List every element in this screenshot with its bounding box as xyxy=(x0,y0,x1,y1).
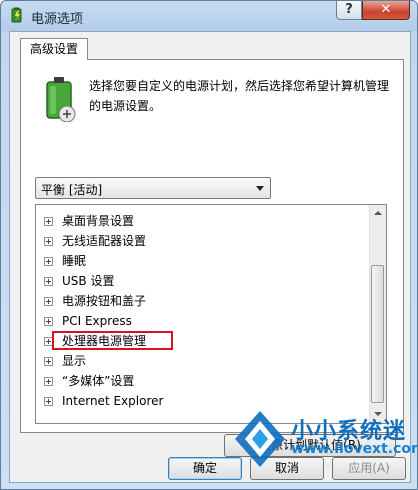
watermark: 小小系统迷 www.ilovext.com xyxy=(233,409,418,489)
tree-item-internet-explorer[interactable]: Internet Explorer xyxy=(44,391,163,411)
expand-icon[interactable] xyxy=(44,277,53,286)
title-bar[interactable]: 电源选项 ? ✕ xyxy=(1,1,417,31)
tree-item-label: 睡眠 xyxy=(62,254,87,268)
tree-item-usb-settings[interactable]: USB 设置 xyxy=(44,271,114,291)
window-title: 电源选项 xyxy=(31,12,84,27)
tree-item-label: 显示 xyxy=(62,354,87,368)
close-button[interactable]: ✕ xyxy=(362,1,410,20)
expand-icon[interactable] xyxy=(44,397,53,406)
advanced-settings-panel: 选择您要自定义的电源计划，然后选择您希望计算机管理的电源设置。 平衡 [活动] … xyxy=(20,59,404,457)
power-plan-value: 平衡 [活动] xyxy=(41,183,103,197)
expand-icon[interactable] xyxy=(44,317,53,326)
tree-item-wireless-adapter[interactable]: 无线适配器设置 xyxy=(44,231,146,251)
tree-item-power-buttons-lid[interactable]: 电源按钮和盖子 xyxy=(44,291,146,311)
tree-item-label: USB 设置 xyxy=(62,274,115,288)
watermark-logo-icon xyxy=(235,411,285,467)
expand-icon[interactable] xyxy=(44,257,53,266)
ok-button[interactable]: 确定 xyxy=(168,457,242,480)
tree-item-sleep[interactable]: 睡眠 xyxy=(44,251,86,271)
power-plan-select[interactable]: 平衡 [活动] xyxy=(35,177,271,199)
battery-power-icon xyxy=(46,77,76,122)
tree-item-label: 电源按钮和盖子 xyxy=(62,294,147,308)
tree-item-label: PCI Express xyxy=(62,314,132,328)
watermark-url: www.ilovext.com xyxy=(291,441,418,457)
highlight-box xyxy=(52,331,173,350)
tree-item-label: 桌面背景设置 xyxy=(62,214,135,228)
chevron-down-icon xyxy=(256,186,264,191)
tree-item-label: Internet Explorer xyxy=(62,394,164,408)
tree-item-desktop-background[interactable]: 桌面背景设置 xyxy=(44,211,134,231)
expand-icon[interactable] xyxy=(44,297,53,306)
power-options-icon xyxy=(11,7,22,23)
expand-icon[interactable] xyxy=(44,217,53,226)
tab-advanced-settings[interactable]: 高级设置 xyxy=(20,38,88,60)
intro-text: 选择您要自定义的电源计划，然后选择您希望计算机管理的电源设置。 xyxy=(89,79,390,113)
tree-item-label: “多媒体”设置 xyxy=(62,374,135,388)
help-button[interactable]: ? xyxy=(336,1,362,20)
expand-icon[interactable] xyxy=(44,377,53,386)
tree-item-multimedia-settings[interactable]: “多媒体”设置 xyxy=(44,371,134,391)
power-settings-tree[interactable]: 桌面背景设置 无线适配器设置 睡眠 USB 设置 电源按钮和盖子 PCI Exp… xyxy=(35,204,387,424)
scroll-thumb[interactable] xyxy=(371,265,384,403)
vertical-scrollbar[interactable] xyxy=(369,205,386,423)
scroll-up-button[interactable] xyxy=(370,205,386,222)
arrow-up-icon xyxy=(374,211,382,215)
tree-item-pci-express[interactable]: PCI Express xyxy=(44,311,132,331)
expand-icon[interactable] xyxy=(44,237,53,246)
tree-item-display[interactable]: 显示 xyxy=(44,351,86,371)
power-options-dialog: 电源选项 ? ✕ 高级设置 选择您要自定义的电源计划，然后选择您希望计算机管理的… xyxy=(0,0,418,490)
expand-icon[interactable] xyxy=(44,357,53,366)
tree-item-label: 无线适配器设置 xyxy=(62,234,147,248)
